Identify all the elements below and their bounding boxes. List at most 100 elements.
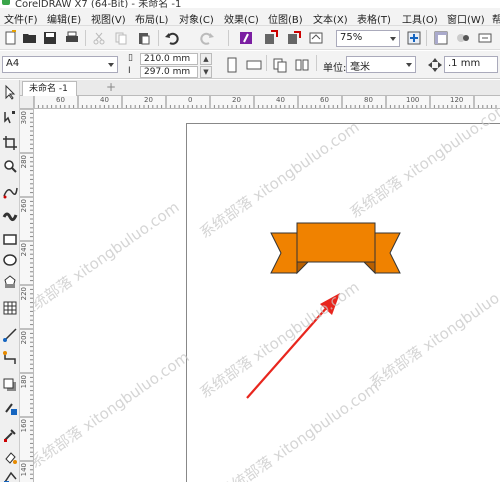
toolbox [0,80,20,482]
ribbon-right-tail [374,232,401,274]
pick-tool-icon[interactable] [2,84,18,100]
coreldraw-app-icon [2,0,10,5]
toolbar-separator [426,30,427,46]
menu-tools[interactable]: 工具(O) [402,11,438,26]
zoom-level-combo[interactable]: 75% [336,30,400,47]
title-bar: CorelDRAW X7 (64-Bit) - 未命名 -1 [0,0,500,8]
full-screen-preview-icon[interactable] [406,30,422,46]
export-icon[interactable] [286,30,302,46]
ruler-label: 140 [20,463,28,477]
transparency-tool-icon[interactable] [2,400,18,416]
show-grid-icon[interactable] [455,30,471,46]
redo-icon[interactable] [199,30,215,46]
units-label: 单位: [323,63,347,74]
color-eyedropper-tool-icon[interactable] [2,427,18,443]
ellipse-tool-icon[interactable] [2,252,18,268]
copy-icon[interactable] [113,30,129,46]
menu-bitmaps[interactable]: 位图(B) [268,11,303,26]
portrait-orientation-icon[interactable] [224,57,240,73]
ruler-label: 20 [144,96,153,104]
ruler-origin-corner[interactable] [20,96,34,109]
print-icon[interactable] [64,30,80,46]
drawing-canvas[interactable]: 系统部落 xitongbuluo.com 系统部落 xitongbuluo.co… [34,109,500,482]
drop-shadow-tool-icon[interactable] [2,377,18,393]
zoom-tool-icon[interactable] [2,158,18,174]
smart-fill-tool-icon[interactable] [2,470,18,482]
menu-object[interactable]: 对象(C) [179,11,214,26]
rectangle-tool-icon[interactable] [2,231,18,247]
page-width-spinner[interactable]: ▲ [200,53,212,65]
paste-icon[interactable] [136,30,152,46]
menu-effects[interactable]: 效果(C) [224,11,259,26]
menu-edit[interactable]: 编辑(E) [47,11,81,26]
canvas-artwork [246,222,401,399]
menu-layout[interactable]: 布局(L) [135,11,168,26]
document-tab[interactable]: 未命名 -1 [22,81,77,96]
nudge-distance-icon [428,58,442,72]
page-height-field[interactable]: 297.0 mm [140,66,198,78]
ribbon-left-fold [296,260,311,275]
horizontal-ruler[interactable]: 60 40 20 0 20 40 60 80 100 120 [34,96,500,109]
standard-toolbar: 75% [0,26,500,50]
zoom-level-value: 75% [340,32,363,43]
ruler-label: 60 [56,96,65,104]
all-pages-icon[interactable] [272,57,288,73]
ruler-label: 280 [20,155,28,169]
page-width-icon: ▯ [128,53,133,63]
chevron-down-icon [390,37,396,41]
menu-bar: 文件(F) 编辑(E) 视图(V) 布局(L) 对象(C) 效果(C) 位图(B… [0,8,500,26]
freehand-tool-icon[interactable] [2,184,18,200]
ruler-label: 80 [364,96,373,104]
publish-pdf-icon[interactable] [308,30,324,46]
connector-tool-icon[interactable] [2,350,18,366]
table-tool-icon[interactable] [2,300,18,316]
chevron-down-icon [406,63,412,67]
menu-text[interactable]: 文本(X) [313,11,348,26]
nudge-distance-field[interactable]: .1 mm [444,56,498,73]
menu-window[interactable]: 窗口(W) [447,11,485,26]
page-size-value: A4 [6,58,20,69]
current-page-icon[interactable] [294,57,310,73]
new-document-icon[interactable] [3,30,19,46]
ribbon-left-tail [270,232,298,274]
page-width-field[interactable]: 210.0 mm [140,53,198,65]
interactive-fill-tool-icon[interactable] [2,449,18,465]
menu-help[interactable]: 帮 [492,11,500,26]
units-combo[interactable]: 毫米 [346,56,416,73]
chevron-down-icon [108,63,114,67]
dimension-tool-icon[interactable] [2,327,18,343]
page-height-spinner[interactable]: ▼ [200,66,212,78]
shape-tool-icon[interactable] [2,109,18,125]
show-rulers-icon[interactable] [433,30,449,46]
document-tab-bar: 未命名 -1 + [20,80,500,96]
vertical-ruler[interactable]: 300 280 260 240 220 200 180 160 140 [20,109,34,482]
crop-tool-icon[interactable] [2,135,18,151]
ruler-label: 220 [20,287,28,301]
toolbar-separator [266,55,267,71]
property-bar: A4 ▯ 210.0 mm ▲ I 297.0 mm ▼ 单位: 毫米 .1 m… [0,51,500,79]
artistic-media-tool-icon[interactable] [2,207,18,223]
ribbon-banner-shape[interactable] [270,222,401,275]
menu-view[interactable]: 视图(V) [91,11,126,26]
search-content-icon[interactable] [238,30,254,46]
ruler-label: 240 [20,243,28,257]
import-icon[interactable] [263,30,279,46]
cut-icon[interactable] [91,30,107,46]
undo-icon[interactable] [164,30,180,46]
save-icon[interactable] [42,30,58,46]
ruler-label: 20 [232,96,241,104]
annotation-arrow [246,293,340,399]
ribbon-right-fold [361,260,376,275]
landscape-orientation-icon[interactable] [246,57,262,73]
ruler-label: 200 [20,331,28,345]
ruler-label: 120 [450,96,464,104]
page-height-icon: I [128,66,131,76]
snap-to-icon[interactable] [477,30,493,46]
add-document-icon[interactable]: + [104,81,118,95]
polygon-tool-icon[interactable] [2,274,18,290]
menu-file[interactable]: 文件(F) [4,11,38,26]
open-folder-icon[interactable] [22,30,38,46]
page-size-combo[interactable]: A4 [2,56,118,73]
menu-table[interactable]: 表格(T) [357,11,391,26]
toolbar-separator [158,30,159,46]
